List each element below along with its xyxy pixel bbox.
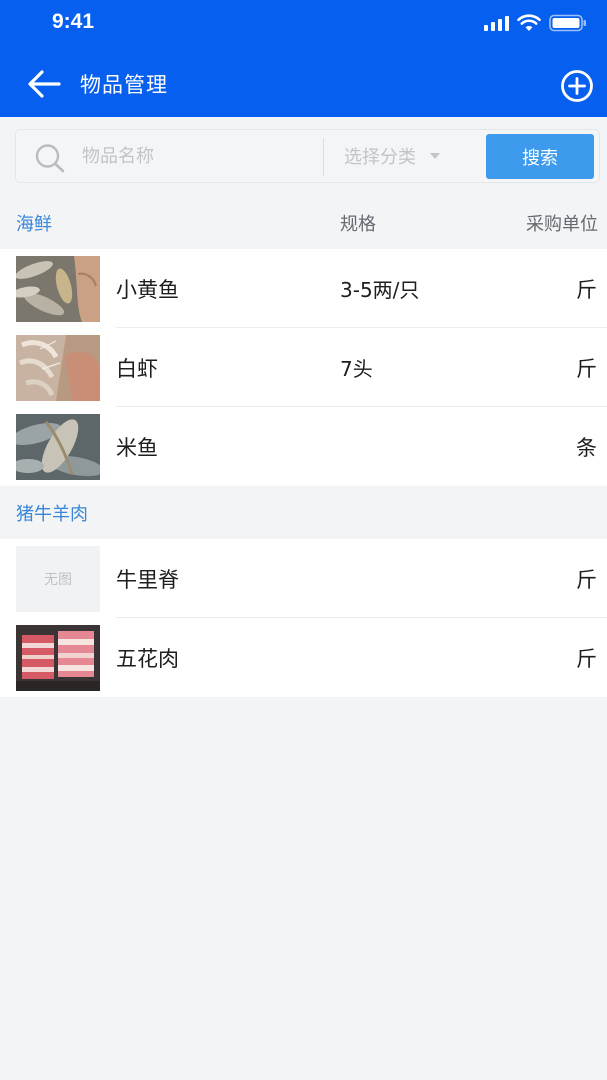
section-title: 猪牛羊肉 [16, 504, 88, 525]
item-unit: 斤 [576, 278, 597, 302]
battery-icon [549, 14, 587, 32]
item-spec: 3-5两/只 [340, 278, 420, 302]
back-arrow-icon[interactable] [26, 68, 62, 100]
item-name: 米鱼 [116, 436, 158, 460]
category-select[interactable]: 选择分类 [344, 130, 440, 182]
list-item[interactable]: 五花肉 斤 [0, 618, 607, 697]
item-unit: 斤 [576, 568, 597, 592]
item-thumbnail-shrimp [16, 335, 100, 401]
item-name: 白虾 [116, 357, 158, 381]
item-thumbnail-yellow-croaker [16, 256, 100, 322]
search-bar: 选择分类 搜索 [0, 117, 607, 197]
item-unit: 斤 [576, 647, 597, 671]
category-select-label: 选择分类 [344, 147, 416, 168]
item-thumbnail-pork-belly [16, 625, 100, 691]
no-image-placeholder: 无图 [16, 546, 100, 612]
top-bar: 9:41 物品管理 [0, 0, 607, 117]
search-box: 选择分类 搜索 [15, 129, 600, 183]
signal-icon [484, 15, 509, 31]
item-spec: 7头 [340, 357, 373, 381]
item-thumbnail-placeholder: 无图 [16, 546, 100, 612]
search-input[interactable] [82, 130, 312, 182]
app-screen: 9:41 物品管理 物品名称 选择分类 搜索 海鲜 规格 采购单位 小黄鱼 3-… [0, 0, 607, 1080]
item-name: 五花肉 [116, 647, 179, 671]
status-icons [484, 14, 587, 32]
item-unit: 斤 [576, 357, 597, 381]
section-header-meat: 猪牛羊肉 [0, 487, 607, 539]
list-item[interactable]: 无图 牛里脊 斤 [0, 539, 607, 618]
item-thumbnail-mi-fish [16, 414, 100, 480]
column-header-spec: 规格 [340, 214, 376, 235]
list-item[interactable]: 米鱼 条 [0, 407, 607, 486]
caret-down-icon [430, 153, 440, 159]
list-item[interactable]: 小黄鱼 3-5两/只 斤 [0, 249, 607, 328]
column-header-unit: 采购单位 [526, 214, 598, 235]
status-time: 9:41 [52, 10, 95, 33]
page-title: 物品管理 [80, 73, 168, 97]
list-item[interactable]: 白虾 7头 斤 [0, 328, 607, 407]
wifi-icon [517, 14, 541, 32]
item-unit: 条 [576, 436, 597, 460]
add-circle-icon[interactable] [560, 69, 594, 103]
nav-bar: 物品管理 [0, 54, 607, 114]
section-header-seafood: 海鲜 规格 采购单位 [0, 197, 607, 249]
section-title: 海鲜 [16, 214, 52, 235]
status-bar: 9:41 [0, 0, 607, 44]
search-divider [323, 138, 324, 176]
search-button[interactable]: 搜索 [486, 134, 594, 179]
item-list-seafood: 小黄鱼 3-5两/只 斤 白虾 7头 斤 米鱼 条 [0, 249, 607, 486]
item-list-meat: 无图 牛里脊 斤 五花肉 斤 [0, 539, 607, 697]
item-name: 小黄鱼 [116, 278, 179, 302]
search-icon [34, 143, 66, 173]
item-name: 牛里脊 [116, 568, 179, 592]
